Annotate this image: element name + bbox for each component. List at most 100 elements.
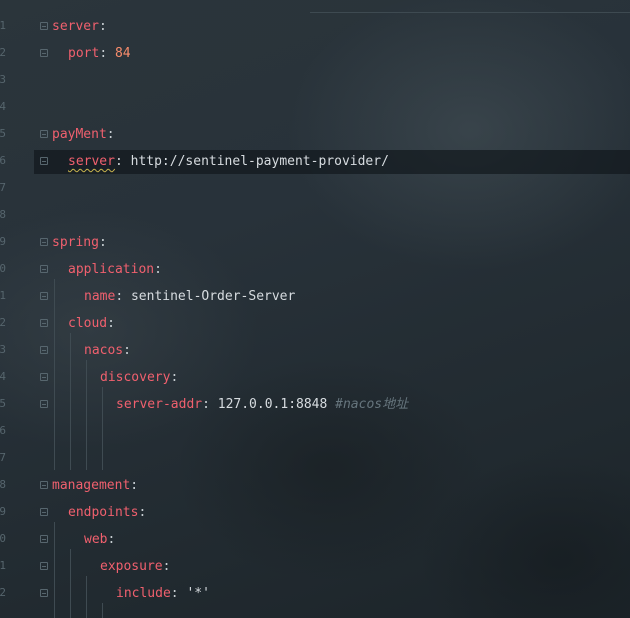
colon: :: [107, 532, 116, 547]
colon: :: [99, 46, 115, 61]
indent-guide: [70, 333, 71, 470]
yaml-key: cloud: [68, 316, 108, 331]
line-number: 5: [0, 127, 6, 140]
indent-guide: [102, 603, 103, 618]
code-line[interactable]: web:: [84, 532, 115, 548]
fold-marker-icon[interactable]: [40, 508, 48, 516]
colon: :: [115, 289, 131, 304]
line-number: 4: [0, 370, 6, 383]
colon: :: [106, 127, 115, 142]
yaml-key: application: [68, 262, 155, 277]
code-line[interactable]: server: http://sentinel-payment-provider…: [68, 154, 389, 170]
colon: :: [170, 370, 179, 385]
colon: :: [162, 559, 171, 574]
fold-marker-icon[interactable]: [40, 535, 48, 543]
code-line[interactable]: cloud:: [68, 316, 115, 332]
line-number: 1: [0, 19, 6, 32]
line-number: 2: [0, 586, 6, 599]
indent-guide: [102, 387, 103, 470]
code-line[interactable]: payMent:: [52, 127, 115, 143]
line-number: 8: [0, 478, 6, 491]
code-line[interactable]: server-addr: 127.0.0.1:8848 #nacos地址: [116, 397, 408, 413]
yaml-key: server: [68, 154, 115, 169]
fold-marker-icon[interactable]: [40, 265, 48, 273]
line-number: 3: [0, 73, 6, 86]
code-line[interactable]: exposure:: [100, 559, 170, 575]
colon: :: [170, 586, 187, 601]
line-number: 6: [0, 424, 6, 437]
yaml-comment: #nacos地址: [335, 397, 409, 412]
line-number: 7: [0, 451, 6, 464]
yaml-value: 127.0.0.1:8848: [217, 397, 328, 412]
line-number: 8: [0, 208, 6, 221]
yaml-key: payMent: [52, 127, 107, 142]
colon: :: [114, 154, 131, 169]
fold-marker-icon[interactable]: [40, 481, 48, 489]
code-line[interactable]: spring:: [52, 235, 107, 251]
code-line[interactable]: name: sentinel-Order-Server: [84, 289, 295, 305]
fold-marker-icon[interactable]: [40, 319, 48, 327]
indent-guide: [54, 522, 55, 618]
fold-marker-icon[interactable]: [40, 292, 48, 300]
yaml-key: port: [68, 46, 100, 61]
line-number: 7: [0, 181, 6, 194]
line-number: 5: [0, 397, 6, 410]
fold-marker-icon[interactable]: [40, 562, 48, 570]
code-line[interactable]: management:: [52, 478, 138, 494]
code-line[interactable]: nacos:: [84, 343, 131, 359]
fold-marker-icon[interactable]: [40, 49, 48, 57]
yaml-key: exposure: [100, 559, 163, 574]
yaml-key: include: [116, 586, 171, 601]
yaml-value: 84: [114, 46, 131, 61]
yaml-value: sentinel-Order-Server: [130, 289, 296, 304]
fold-marker-icon[interactable]: [40, 157, 48, 165]
colon: :: [107, 316, 115, 331]
line-number: 9: [0, 235, 6, 248]
indent-guide: [86, 360, 87, 470]
yaml-key: web: [84, 532, 108, 547]
yaml-value: http://sentinel-payment-provider/: [130, 154, 389, 169]
line-number: 2: [0, 46, 6, 59]
fold-marker-icon[interactable]: [40, 130, 48, 138]
yaml-key: server-addr: [116, 397, 203, 412]
line-number: 6: [0, 154, 6, 167]
yaml-key: endpoints: [68, 505, 139, 520]
yaml-key: discovery: [100, 370, 171, 385]
colon: :: [138, 505, 147, 520]
yaml-key: nacos: [84, 343, 124, 358]
line-number: 3: [0, 343, 6, 356]
indent-guide: [54, 279, 55, 470]
colon: :: [130, 478, 139, 493]
yaml-key: name: [84, 289, 116, 304]
line-number: 1: [0, 559, 6, 572]
fold-marker-icon[interactable]: [40, 589, 48, 597]
fold-marker-icon[interactable]: [40, 22, 48, 30]
yaml-value: '*': [186, 586, 210, 601]
line-number: 9: [0, 505, 6, 518]
colon: :: [202, 397, 218, 412]
code-line[interactable]: include: '*': [116, 586, 210, 602]
code-editor[interactable]: 1 2 3 4 5 6 7 8 9 0 1 2 3 4 5 6 7 8 9 0 …: [0, 0, 630, 618]
fold-marker-icon[interactable]: [40, 400, 48, 408]
indent-guide: [86, 576, 87, 618]
fold-marker-icon[interactable]: [40, 346, 48, 354]
line-number: 1: [0, 289, 6, 302]
code-line[interactable]: discovery:: [100, 370, 178, 386]
colon: :: [154, 262, 162, 277]
code-line[interactable]: endpoints:: [68, 505, 146, 521]
line-number: 2: [0, 316, 6, 329]
code-line[interactable]: port: 84: [68, 46, 131, 62]
line-number: 0: [0, 532, 6, 545]
editor-top-divider: [310, 12, 630, 13]
fold-marker-icon[interactable]: [40, 238, 48, 246]
fold-marker-icon[interactable]: [40, 373, 48, 381]
indent-guide: [70, 549, 71, 618]
code-line[interactable]: application:: [68, 262, 162, 278]
yaml-key: server: [52, 19, 99, 34]
yaml-key: management: [52, 478, 131, 493]
yaml-key: spring: [52, 235, 99, 250]
colon: :: [123, 343, 131, 358]
colon: :: [98, 19, 107, 34]
line-number: 0: [0, 262, 6, 275]
code-line[interactable]: server:: [52, 19, 107, 35]
